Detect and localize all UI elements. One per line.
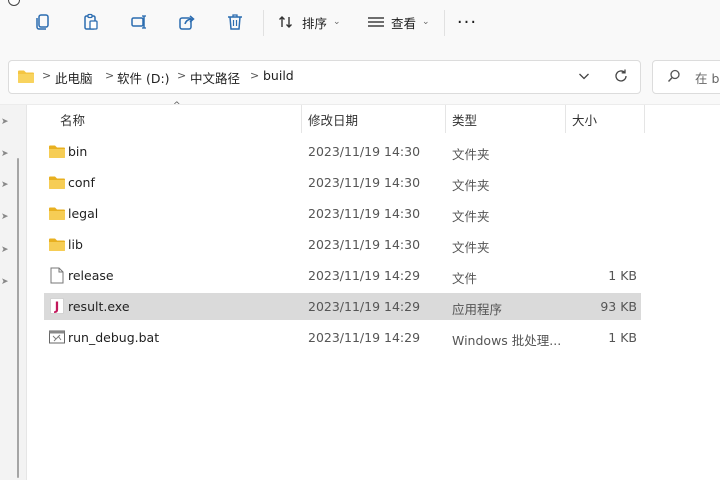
pin-icon: ➤ [1,149,9,159]
java-app-icon: J [48,298,66,314]
delete-icon [228,14,242,30]
breadcrumb-item[interactable]: build [263,68,294,83]
column-header-type[interactable]: 类型 [452,105,477,133]
share-button[interactable] [172,9,202,35]
column-divider[interactable] [565,105,566,133]
file-row-selected[interactable]: J result.exe 2023/11/19 14:29 应用程序 93 KB [44,293,641,320]
more-options-button[interactable]: ··· [452,9,482,35]
file-name: lib [68,237,83,252]
pin-icon: ➤ [1,277,9,287]
folder-icon [48,143,66,159]
view-label: 查看 [391,15,417,31]
file-type: 文件 [452,271,478,286]
sort-label: 排序 [302,15,328,31]
file-name: conf [68,175,95,190]
view-icon [368,17,384,27]
breadcrumb-separator-icon: > [42,69,52,82]
chevron-down-icon: ⌄ [333,17,341,27]
file-row[interactable]: conf 2023/11/19 14:30 文件夹 [44,169,641,196]
column-divider[interactable] [644,105,645,133]
file-type: 文件夹 [452,240,490,255]
paste-button[interactable] [76,9,106,35]
file-name: bin [68,144,88,159]
file-type: 文件夹 [452,147,490,162]
paste-icon [84,13,98,30]
file-size: 1 KB [608,268,637,283]
search-box[interactable]: 在 bu [652,60,720,94]
file-type: 应用程序 [452,302,503,317]
breadcrumb-separator-icon: > [250,69,260,82]
file-name: release [68,268,114,283]
folder-icon [48,205,66,221]
share-icon [179,15,195,30]
column-header-date[interactable]: 修改日期 [308,105,358,133]
folder-icon [48,174,66,190]
copy-button[interactable] [28,9,58,35]
sort-button[interactable]: 排序 ⌄ [278,9,341,35]
navigation-scrollbar[interactable] [17,158,19,478]
batch-file-icon [48,329,66,345]
file-date: 2023/11/19 14:29 [308,299,421,314]
search-placeholder: 在 bu [695,71,720,86]
file-list: ^ 名称 修改日期 类型 大小 bin 2023/11/19 14:30 文件夹… [27,101,720,480]
file-type: Windows 批处理... [452,333,562,348]
pin-icon: ➤ [1,212,9,222]
window-control-icon[interactable] [8,0,20,6]
column-header-size[interactable]: 大小 [572,105,597,133]
breadcrumb-item[interactable]: 软件 (D:) [117,68,170,87]
file-row[interactable]: legal 2023/11/19 14:30 文件夹 [44,200,641,227]
file-date: 2023/11/19 14:29 [308,268,421,283]
file-date: 2023/11/19 14:30 [308,237,421,252]
file-name: result.exe [68,299,130,314]
file-date: 2023/11/19 14:29 [308,330,421,345]
file-icon [48,267,66,283]
copy-icon [36,14,49,30]
breadcrumb-item[interactable]: 中文路径 [190,68,240,87]
toolbar-divider [263,10,264,36]
sort-ascending-icon: ^ [173,101,181,111]
view-button[interactable]: 查看 ⌄ [367,9,430,35]
search-icon [667,69,680,82]
pin-icon: ➤ [1,245,9,255]
pin-icon: ➤ [1,180,9,190]
delete-button[interactable] [220,9,250,35]
file-type: 文件夹 [452,178,490,193]
file-name: legal [68,206,99,221]
svg-text:J: J [54,300,59,314]
file-date: 2023/11/19 14:30 [308,206,421,221]
file-row[interactable]: lib 2023/11/19 14:30 文件夹 [44,231,641,258]
file-type: 文件夹 [452,209,490,224]
breadcrumb-item[interactable]: 此电脑 [55,68,93,87]
file-size: 1 KB [608,330,637,345]
navigation-pane: ➤ ➤ ➤ ➤ ➤ ➤ [0,105,27,480]
address-bar[interactable]: > 此电脑 > 软件 (D:) > 中文路径 > build [8,60,641,94]
pin-icon: ➤ [1,117,9,127]
address-row: > 此电脑 > 软件 (D:) > 中文路径 > build 在 bu [0,46,720,105]
more-icon: ··· [456,11,478,33]
column-divider[interactable] [301,105,302,133]
file-row[interactable]: release 2023/11/19 14:29 文件 1 KB [44,262,641,289]
column-divider[interactable] [445,105,446,133]
refresh-icon[interactable] [613,68,629,84]
rename-icon [131,15,146,29]
folder-icon [18,70,34,83]
sort-icon [279,16,292,28]
file-row[interactable]: run_debug.bat 2023/11/19 14:29 Windows 批… [44,324,641,351]
command-bar: 排序 ⌄ 查看 ⌄ ··· [0,0,720,46]
folder-icon [48,236,66,252]
toolbar-divider [444,10,445,36]
breadcrumb-separator-icon: > [105,69,115,82]
column-header-name[interactable]: 名称 [60,105,85,133]
breadcrumb-separator-icon: > [177,69,187,82]
file-date: 2023/11/19 14:30 [308,144,421,159]
file-name: run_debug.bat [68,330,160,345]
chevron-down-icon[interactable] [577,69,591,83]
file-row[interactable]: bin 2023/11/19 14:30 文件夹 [44,138,641,165]
rename-button[interactable] [124,9,154,35]
file-date: 2023/11/19 14:30 [308,175,421,190]
chevron-down-icon: ⌄ [422,17,430,27]
file-size: 93 KB [600,299,637,314]
